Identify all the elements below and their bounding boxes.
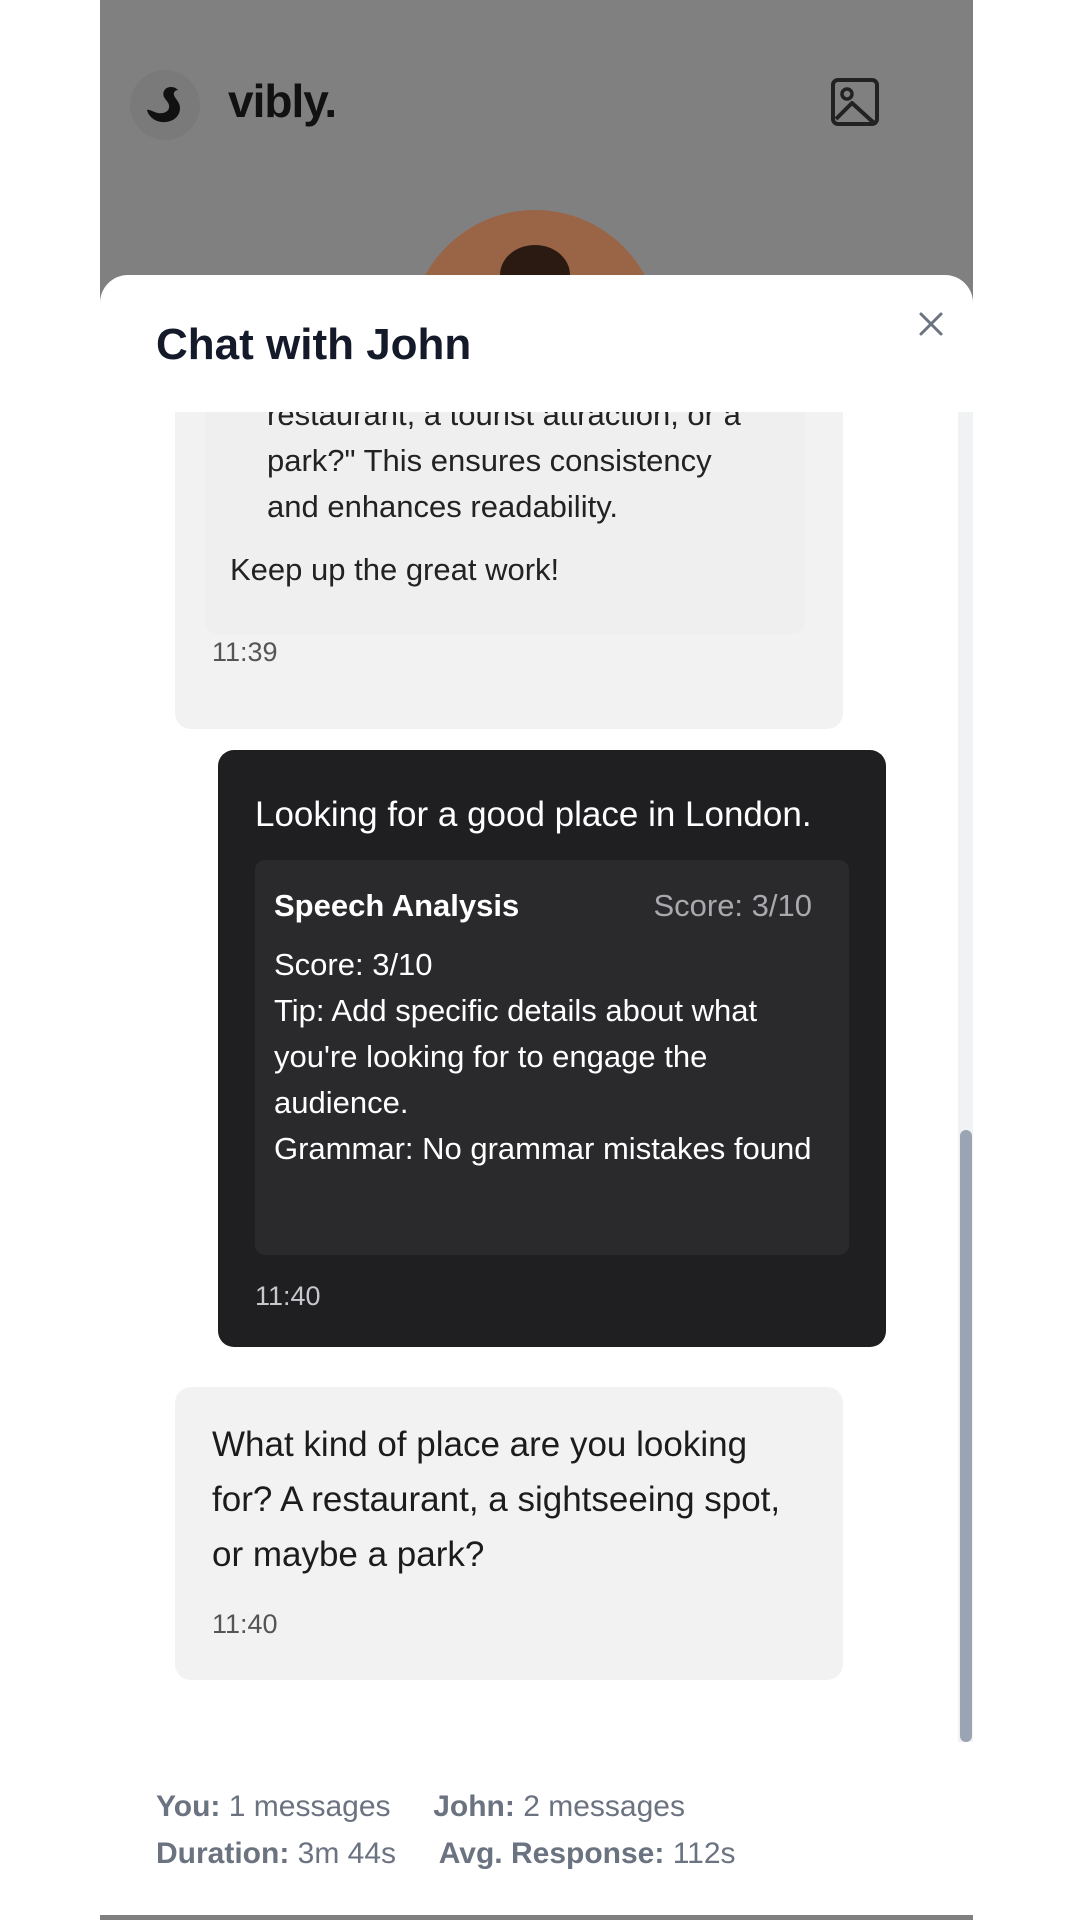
chat-stats: You: 1 messages John: 2 messages Duratio… (156, 1783, 736, 1877)
avg-response-value: 112s (672, 1837, 736, 1870)
message-text: What kind of place are you looking for? … (212, 1425, 781, 1574)
feedback-line: park?" This ensures consistency (267, 443, 712, 478)
message-time: 11:40 (255, 1281, 321, 1311)
feedback-line: restaurant, a tourist attraction, or a (267, 412, 741, 432)
app-screen: vibly. Chat with John restaurant, a tour… (100, 0, 973, 1920)
feedback-continuation: restaurant, a tourist attraction, or a p… (267, 412, 787, 530)
logo (130, 70, 200, 140)
stats-row: Duration: 3m 44s Avg. Response: 112s (156, 1830, 736, 1877)
duration-value: 3m 44s (297, 1837, 397, 1870)
duration-label: Duration: (156, 1837, 290, 1870)
you-value: 1 messages (228, 1790, 391, 1823)
chat-modal: Chat with John restaurant, a tourist att… (100, 275, 973, 1915)
analysis-tip: Tip: Add specific details about what you… (274, 993, 758, 1120)
closing-text: Keep up the great work! (230, 552, 560, 587)
close-icon (919, 312, 943, 336)
analysis-score: Score: 3/10 (274, 947, 433, 982)
stats-row: You: 1 messages John: 2 messages (156, 1783, 736, 1830)
feedback-line: and enhances readability. (267, 489, 619, 524)
analysis-title: Speech Analysis (274, 888, 520, 923)
brand-name: vibly. (228, 75, 337, 127)
modal-title: Chat with John (156, 320, 472, 369)
bot-message: restaurant, a tourist attraction, or a p… (175, 412, 843, 729)
you-label: You: (156, 1790, 221, 1823)
message-time: 11:39 (212, 637, 278, 667)
message-text: Looking for a good place in London. (255, 795, 812, 834)
image-icon (831, 78, 879, 126)
speech-analysis-card: Speech Analysis Score: 3/10 Score: 3/10 … (255, 860, 849, 1255)
chat-scroll-area[interactable]: restaurant, a tourist attraction, or a p… (100, 412, 973, 1742)
scrollbar-thumb[interactable] (960, 1130, 972, 1742)
john-label: John: (433, 1790, 515, 1823)
avg-response-label: Avg. Response: (438, 1837, 665, 1870)
image-button[interactable] (830, 77, 880, 127)
user-message: Looking for a good place in London. Spee… (218, 750, 886, 1347)
close-button[interactable] (910, 303, 952, 345)
message-time: 11:40 (212, 1609, 278, 1639)
app-header: vibly. (100, 0, 973, 460)
john-value: 2 messages (523, 1790, 685, 1823)
analysis-score-badge: Score: 3/10 (653, 888, 812, 923)
swan-icon (147, 87, 180, 123)
analysis-grammar: Grammar: No grammar mistakes found (274, 1131, 812, 1166)
bot-message: What kind of place are you looking for? … (175, 1387, 843, 1680)
analysis-body: Score: 3/10 Tip: Add specific details ab… (274, 942, 830, 1172)
